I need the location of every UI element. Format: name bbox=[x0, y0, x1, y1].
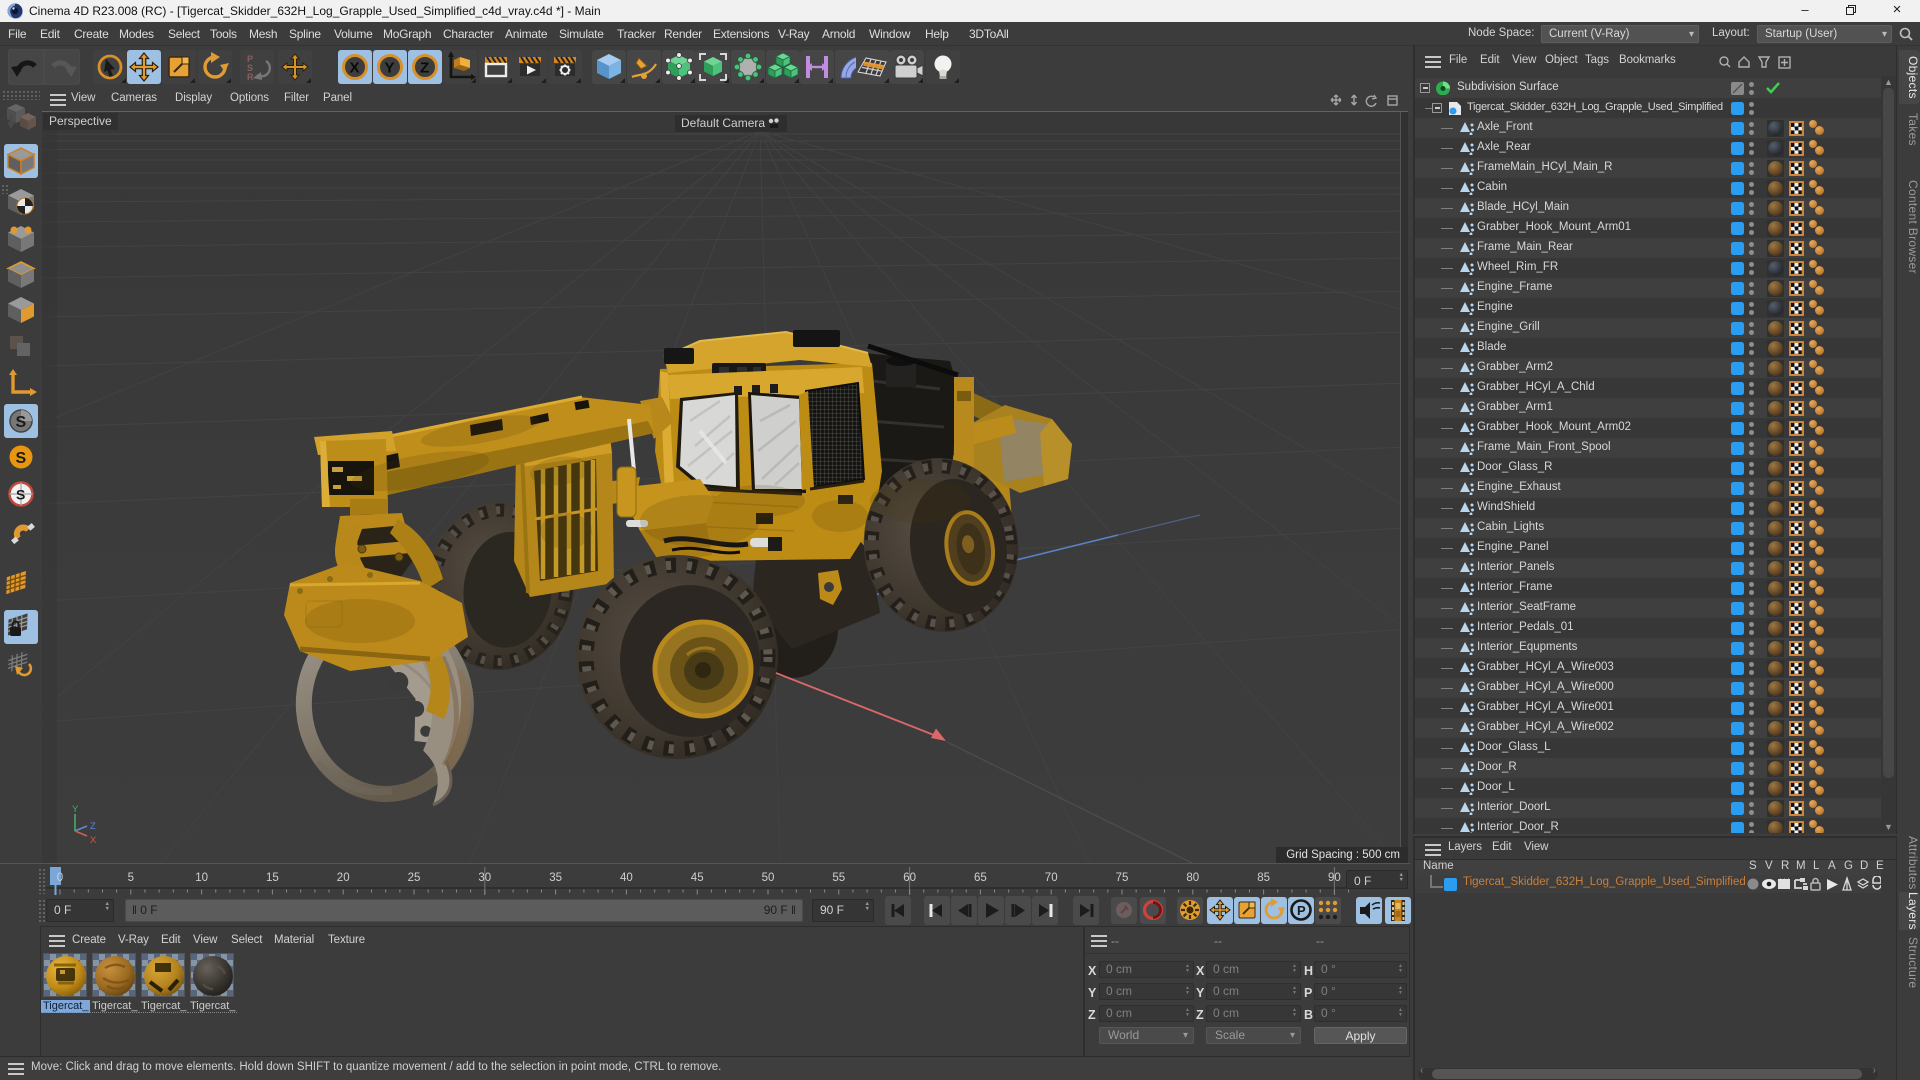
svg-text:10: 10 bbox=[195, 872, 208, 884]
svg-text:80: 80 bbox=[1186, 872, 1199, 884]
svg-text:R: R bbox=[247, 72, 254, 82]
svg-text:75: 75 bbox=[1116, 872, 1129, 884]
svg-text:5: 5 bbox=[128, 872, 134, 884]
svg-text:Z: Z bbox=[420, 60, 429, 77]
svg-text:X: X bbox=[90, 835, 97, 846]
svg-text:S: S bbox=[16, 414, 27, 431]
svg-text:35: 35 bbox=[549, 872, 562, 884]
svg-text:15: 15 bbox=[266, 872, 279, 884]
svg-text:30: 30 bbox=[478, 872, 491, 884]
svg-text:55: 55 bbox=[832, 872, 845, 884]
svg-text:0: 0 bbox=[57, 872, 63, 884]
svg-text:X: X bbox=[350, 60, 360, 77]
svg-text:60: 60 bbox=[903, 872, 916, 884]
svg-text:P: P bbox=[1297, 903, 1306, 918]
svg-text:Z: Z bbox=[90, 821, 96, 832]
svg-text:20: 20 bbox=[337, 872, 350, 884]
svg-text:Y: Y bbox=[72, 804, 79, 815]
svg-text:65: 65 bbox=[974, 872, 987, 884]
svg-text:90: 90 bbox=[1328, 872, 1341, 884]
svg-text:50: 50 bbox=[762, 872, 775, 884]
svg-text:Y: Y bbox=[385, 60, 395, 77]
svg-text:40: 40 bbox=[620, 872, 633, 884]
svg-text:S: S bbox=[16, 450, 27, 467]
svg-text:25: 25 bbox=[408, 872, 421, 884]
svg-text:S: S bbox=[16, 487, 25, 503]
svg-text:85: 85 bbox=[1257, 872, 1270, 884]
svg-text:70: 70 bbox=[1045, 872, 1058, 884]
svg-text:45: 45 bbox=[691, 872, 704, 884]
